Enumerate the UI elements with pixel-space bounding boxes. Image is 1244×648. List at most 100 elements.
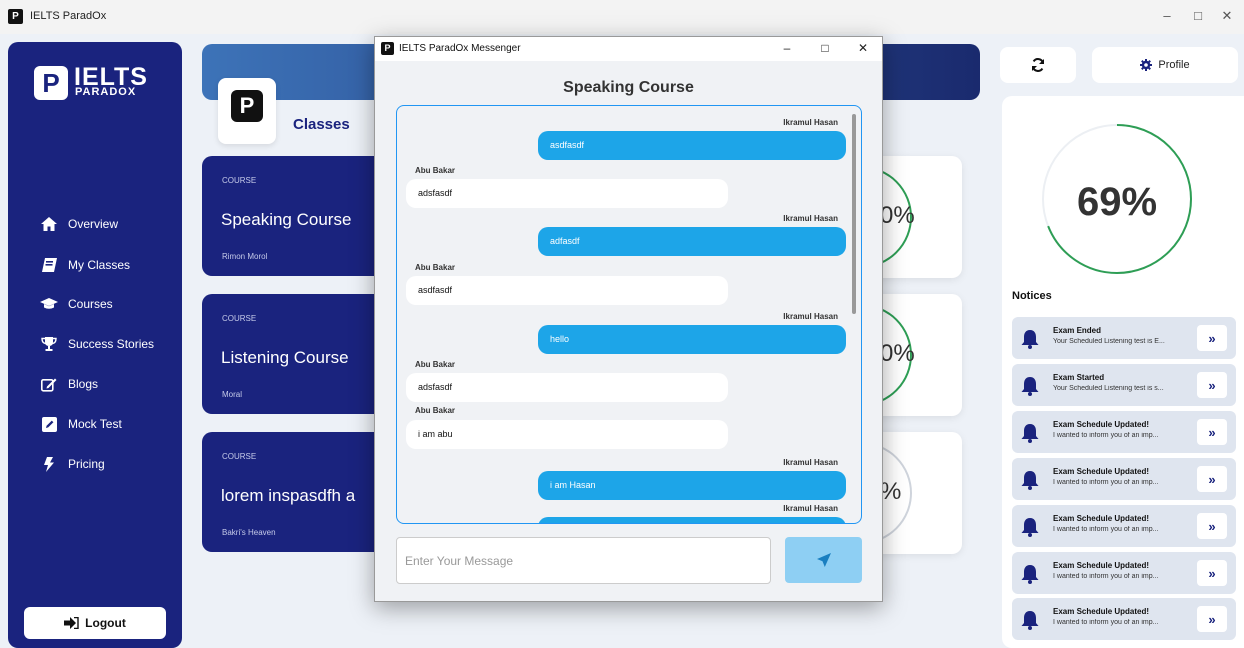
notice-open-button[interactable]: »: [1197, 560, 1227, 586]
classes-icon-card: P: [218, 78, 276, 144]
message-bubble-sent: i am Hasan: [538, 471, 846, 500]
course-type-label: COURSE: [222, 176, 257, 185]
sidebar-item-my-classes[interactable]: My Classes: [40, 253, 130, 277]
profile-label: Profile: [1158, 59, 1190, 71]
notice-body: I wanted to inform you of an imp...: [1053, 619, 1159, 626]
notice-body: Your Scheduled Listening test is E...: [1053, 338, 1165, 345]
app-logo-icon: P: [381, 42, 394, 55]
bell-icon: [1021, 377, 1039, 396]
graduation-cap-icon: [40, 296, 58, 312]
logout-button[interactable]: Logout: [24, 607, 166, 639]
home-icon: [40, 216, 58, 232]
message-sender: Ikramul Hasan: [783, 214, 838, 223]
minimize-button[interactable]: –: [1158, 8, 1176, 23]
app-title-bar: P IELTS ParadOx – □ ✕: [0, 0, 1244, 34]
logo-subtext: PARADOX: [75, 86, 137, 98]
bell-icon: [1021, 471, 1039, 490]
message-sender: Ikramul Hasan: [783, 458, 838, 467]
sign-out-icon: [64, 617, 79, 629]
close-button[interactable]: ✕: [1218, 8, 1236, 24]
notice-body: I wanted to inform you of an imp...: [1053, 573, 1159, 580]
notice-item[interactable]: Exam Schedule Updated! I wanted to infor…: [1012, 598, 1236, 640]
overall-progress-text: 69%: [1076, 180, 1158, 224]
profile-button[interactable]: Profile: [1092, 47, 1238, 83]
sidebar-item-label: Courses: [68, 297, 113, 311]
send-icon: [816, 553, 831, 567]
message-input[interactable]: [396, 537, 771, 584]
messenger-window-title: IELTS ParadOx Messenger: [399, 43, 521, 54]
notice-title: Exam Schedule Updated!: [1053, 561, 1150, 570]
course-type-label: COURSE: [222, 314, 257, 323]
message-sender: Ikramul Hasan: [783, 118, 838, 127]
notice-item[interactable]: Exam Ended Your Scheduled Listening test…: [1012, 317, 1236, 359]
message-sender: Ikramul Hasan: [783, 504, 838, 513]
sidebar-item-label: Blogs: [68, 377, 99, 391]
course-teacher: Rimon Morol: [222, 252, 268, 261]
notice-item[interactable]: Exam Started Your Scheduled Listening te…: [1012, 364, 1236, 406]
notice-item[interactable]: Exam Schedule Updated! I wanted to infor…: [1012, 411, 1236, 453]
course-card-listening[interactable]: COURSE Listening Course Moral: [202, 294, 402, 414]
message-bubble-received: adsfasdf: [406, 373, 728, 402]
notice-open-button[interactable]: »: [1197, 325, 1227, 351]
message-bubble-received: asdfasdf: [406, 276, 728, 305]
course-progress-text: 0%: [880, 340, 915, 367]
bolt-icon: [40, 456, 58, 472]
notice-item[interactable]: Exam Schedule Updated! I wanted to infor…: [1012, 552, 1236, 594]
page-title: Classes: [293, 116, 350, 133]
course-card-lorem[interactable]: COURSE lorem inspasdfh a Bakri's Heaven: [202, 432, 402, 552]
send-button[interactable]: [785, 537, 862, 583]
maximize-button[interactable]: □: [1189, 8, 1207, 23]
refresh-button[interactable]: [1000, 47, 1076, 83]
sidebar-item-mock-test[interactable]: Mock Test: [40, 412, 122, 436]
paradox-logo-icon: P: [231, 90, 263, 122]
ielts-paradox-logo: P IELTS PARADOX: [34, 63, 154, 106]
gear-icon: [1140, 59, 1153, 71]
logout-label: Logout: [85, 616, 126, 630]
message-bubble-sent: adfasdf: [538, 227, 846, 256]
course-type-label: COURSE: [222, 452, 257, 461]
course-name: Listening Course: [221, 348, 349, 367]
sidebar-item-pricing[interactable]: Pricing: [40, 452, 105, 476]
messenger-minimize-button[interactable]: –: [779, 41, 795, 55]
sidebar-item-blogs[interactable]: Blogs: [40, 372, 98, 396]
refresh-icon: [1032, 58, 1044, 72]
notice-open-button[interactable]: »: [1197, 466, 1227, 492]
notice-open-button[interactable]: »: [1197, 513, 1227, 539]
bell-icon: [1021, 518, 1039, 537]
message-bubble-sent: asdfasdf: [538, 131, 846, 160]
sidebar-item-courses[interactable]: Courses: [40, 292, 113, 316]
notice-item[interactable]: Exam Schedule Updated! I wanted to infor…: [1012, 458, 1236, 500]
messenger-maximize-button[interactable]: □: [817, 41, 833, 55]
message-sender: Ikramul Hasan: [783, 312, 838, 321]
messenger-close-button[interactable]: ✕: [855, 41, 871, 55]
sidebar-item-label: Mock Test: [68, 417, 122, 431]
sidebar-item-label: Overview: [68, 217, 119, 231]
notice-body: I wanted to inform you of an imp...: [1053, 432, 1159, 439]
notice-item[interactable]: Exam Schedule Updated! I wanted to infor…: [1012, 505, 1236, 547]
course-name: lorem inspasdfh a: [221, 486, 356, 505]
course-teacher: Bakri's Heaven: [222, 528, 276, 537]
sidebar: P IELTS PARADOX Overview My Classes Cour…: [8, 42, 182, 648]
notice-open-button[interactable]: »: [1197, 419, 1227, 445]
course-card-speaking[interactable]: COURSE Speaking Course Rimon Morol: [202, 156, 402, 276]
message-sender: Abu Bakar: [415, 360, 456, 369]
sidebar-item-label: My Classes: [68, 258, 131, 272]
chat-heading: Speaking Course: [563, 79, 694, 96]
messenger-title-bar: P IELTS ParadOx Messenger – □ ✕: [375, 37, 882, 61]
chat-scrollbar[interactable]: [852, 114, 856, 314]
notice-title: Exam Schedule Updated!: [1053, 420, 1150, 429]
sidebar-item-label: Success Stories: [68, 337, 155, 351]
logo-mark-icon: P: [34, 66, 68, 100]
notice-open-button[interactable]: »: [1197, 372, 1227, 398]
notices-heading: Notices: [1012, 290, 1052, 302]
sidebar-item-success-stories[interactable]: Success Stories: [40, 332, 154, 356]
message-sender: Abu Bakar: [415, 406, 456, 415]
bell-icon: [1021, 424, 1039, 443]
trophy-icon: [40, 336, 58, 352]
chat-messages[interactable]: Ikramul Hasan asdfasdf Abu Bakar adsfasd…: [396, 105, 862, 524]
sidebar-item-label: Pricing: [68, 457, 105, 471]
notice-open-button[interactable]: »: [1197, 606, 1227, 632]
bell-icon: [1021, 565, 1039, 584]
message-bubble-received: adsfasdf: [406, 179, 728, 208]
sidebar-item-overview[interactable]: Overview: [40, 212, 118, 236]
